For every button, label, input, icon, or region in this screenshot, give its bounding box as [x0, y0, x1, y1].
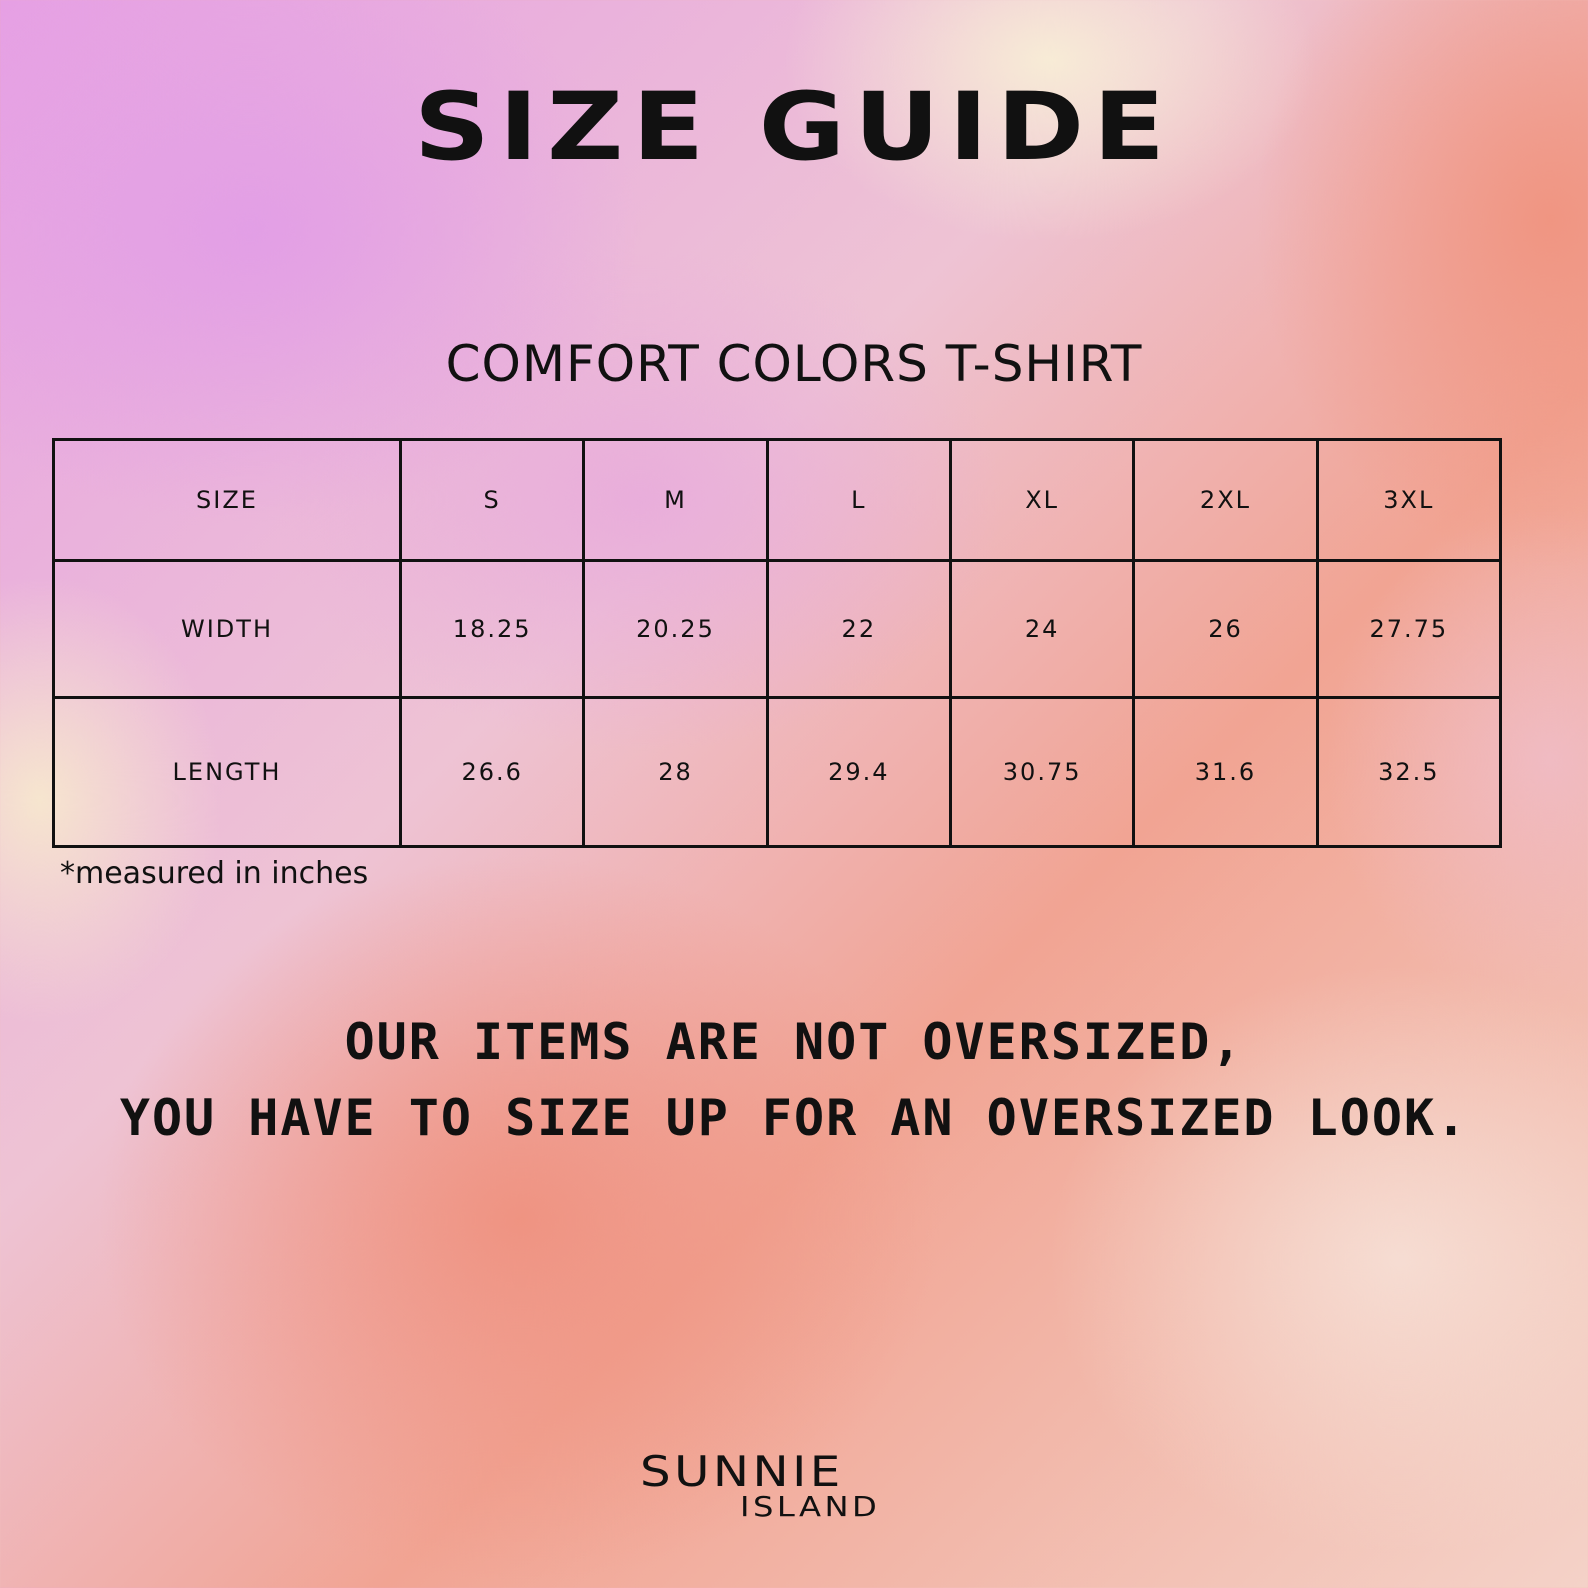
logo-wordmark-bottom: ISLAND: [740, 1490, 881, 1523]
header-cell-m: M: [582, 438, 769, 562]
measurement-note: *measured in inches: [60, 856, 369, 891]
width-cell-l: 22: [765, 559, 952, 699]
fit-message-line-2: YOU HAVE TO SIZE UP FOR AN OVERSIZED LOO…: [119, 1089, 1469, 1147]
length-cell-3xl: 32.5: [1315, 696, 1503, 848]
page-title: SIZE GUIDE: [414, 73, 1174, 182]
brand-logo: SUNNIE ISLAND: [640, 1450, 940, 1530]
header-cell-s: S: [398, 438, 586, 562]
table-header-row: SIZE S M L XL 2XL 3XL: [52, 438, 1503, 562]
width-cell-3xl: 27.75: [1315, 559, 1503, 699]
row-label-length: LENGTH: [52, 696, 402, 848]
row-label-width: WIDTH: [52, 559, 402, 699]
header-cell-xl: XL: [948, 438, 1136, 562]
fit-message-line-1: OUR ITEMS ARE NOT OVERSIZED,: [344, 1013, 1244, 1071]
header-cell-size: SIZE: [52, 438, 402, 562]
table-row-length: LENGTH 26.6 28 29.4 30.75 31.6 32.5: [52, 696, 1503, 848]
length-cell-l: 29.4: [765, 696, 952, 848]
size-table: SIZE S M L XL 2XL 3XL WIDTH 18.25 20.25 …: [52, 438, 1503, 848]
logo-wordmark-top: SUNNIE: [640, 1447, 844, 1496]
header-cell-2xl: 2XL: [1132, 438, 1319, 562]
length-cell-s: 26.6: [398, 696, 586, 848]
width-cell-xl: 24: [948, 559, 1136, 699]
width-cell-2xl: 26: [1132, 559, 1319, 699]
length-cell-m: 28: [582, 696, 769, 848]
header-cell-3xl: 3XL: [1315, 438, 1503, 562]
length-cell-2xl: 31.6: [1132, 696, 1319, 848]
width-cell-m: 20.25: [582, 559, 769, 699]
product-subtitle: COMFORT COLORS T-SHIRT: [445, 335, 1143, 393]
header-cell-l: L: [765, 438, 952, 562]
width-cell-s: 18.25: [398, 559, 586, 699]
length-cell-xl: 30.75: [948, 696, 1136, 848]
table-row-width: WIDTH 18.25 20.25 22 24 26 27.75: [52, 559, 1503, 699]
